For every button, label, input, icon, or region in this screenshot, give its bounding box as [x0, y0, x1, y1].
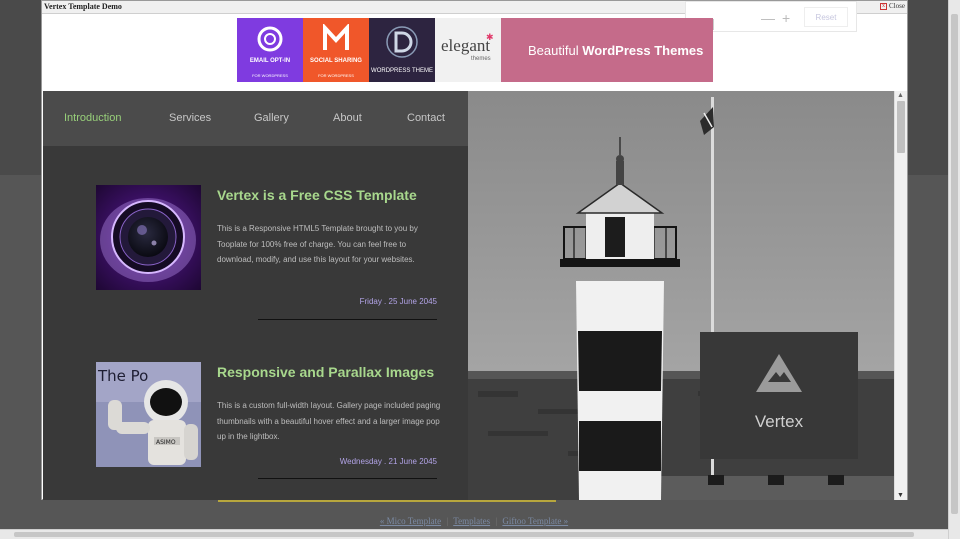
post-divider	[258, 319, 437, 320]
banner-cta-text: Beautiful WordPress Themes	[528, 43, 703, 58]
monarch-m-icon	[303, 22, 369, 59]
cta-prefix: Beautiful	[528, 43, 583, 58]
separator: |	[446, 516, 449, 526]
post-image-asimo-robot: The Po ASIMO	[96, 362, 201, 467]
zoom-out-button[interactable]: —	[761, 10, 775, 26]
zoom-in-button[interactable]: +	[782, 10, 790, 26]
post-date: Wednesday . 21 June 2045	[339, 457, 437, 466]
mountain-triangle-icon	[754, 352, 804, 399]
nav-contact[interactable]: Contact	[407, 112, 445, 124]
cta-bold: WordPress Themes	[582, 43, 704, 58]
post-date: Friday . 25 June 2045	[359, 297, 437, 306]
browser-vertical-scrollbar[interactable]	[948, 0, 960, 539]
ad-banner[interactable]: EMAIL OPT-IN FOR WORDPRESS SOCIAL SHARIN…	[237, 18, 713, 82]
next-template-link[interactable]: Giftoo Template »	[502, 516, 568, 526]
post-2: The Po ASIMO Responsive and Parallax Ima…	[96, 362, 440, 500]
banner-tile-email-optin[interactable]: EMAIL OPT-IN FOR WORDPRESS	[237, 18, 303, 82]
demo-popup-window: Vertex Template Demo x Close Ad — + Rese…	[41, 0, 908, 500]
tile-label: EMAIL OPT-IN	[249, 58, 291, 64]
poster-text: The Po	[97, 367, 148, 385]
elegant-brand: elegant	[441, 36, 491, 55]
nav-introduction[interactable]: Introduction	[64, 112, 121, 124]
template-nav-links: « Mico Template | Templates | Giftoo Tem…	[0, 516, 948, 526]
post-image-camera-lens	[96, 185, 201, 290]
tile-label: WORDPRESS THEME	[371, 68, 433, 74]
banner-cta[interactable]: Beautiful WordPress Themes	[501, 18, 713, 82]
tile-sublabel: FOR WORDPRESS	[318, 73, 354, 78]
divi-d-icon	[369, 24, 435, 65]
scroll-down-arrow-icon[interactable]: ▼	[897, 492, 904, 499]
scrollbar-thumb[interactable]	[951, 14, 958, 514]
scrollbar-thumb[interactable]	[897, 101, 905, 153]
elegant-star-icon: ✱	[486, 32, 494, 42]
nav-services[interactable]: Services	[169, 112, 211, 124]
nav-gallery[interactable]: Gallery	[254, 112, 289, 124]
popup-title: Vertex Template Demo	[44, 2, 122, 11]
separator: |	[495, 516, 498, 526]
post-body: This is a Responsive HTML5 Template brou…	[217, 224, 418, 264]
banner-tile-elegant-themes[interactable]: elegant ✱ themes	[435, 18, 501, 82]
post-title[interactable]: Responsive and Parallax Images	[217, 364, 434, 380]
asimo-badge: ASIMO	[156, 439, 176, 446]
banner-tile-wordpress-theme[interactable]: WORDPRESS THEME	[369, 18, 435, 82]
nav-about[interactable]: About	[333, 112, 362, 124]
popup-scrollbar[interactable]: ▲ ▼	[894, 91, 907, 500]
close-button[interactable]: x Close	[880, 2, 905, 10]
main-nav: Introduction Services Gallery About Cont…	[43, 91, 468, 146]
tile-sublabel: FOR WORDPRESS	[252, 73, 288, 78]
hero-parallax-image: Vertex	[468, 91, 894, 500]
post-title[interactable]: Vertex is a Free CSS Template	[217, 187, 417, 203]
prev-template-link[interactable]: « Mico Template	[380, 516, 441, 526]
post-body: This is a custom full-width layout. Gall…	[217, 401, 441, 441]
brand-panel: Vertex	[700, 332, 858, 459]
content-column: Introduction Services Gallery About Cont…	[43, 91, 468, 500]
email-optin-icon	[237, 24, 303, 59]
close-icon: x	[880, 2, 888, 10]
scroll-up-arrow-icon[interactable]: ▲	[897, 92, 904, 99]
scrollbar-thumb[interactable]	[14, 532, 914, 537]
post-1: Vertex is a Free CSS Template This is a …	[96, 185, 437, 325]
tile-label: SOCIAL SHARING	[310, 58, 362, 64]
templates-link[interactable]: Templates	[453, 516, 490, 526]
elegant-sub: themes	[471, 56, 491, 62]
brand-name: Vertex	[754, 412, 804, 431]
close-label: Close	[889, 2, 905, 10]
reset-button[interactable]: Reset	[804, 7, 848, 27]
browser-horizontal-scrollbar[interactable]	[0, 529, 948, 539]
template-page: Introduction Services Gallery About Cont…	[43, 91, 894, 500]
post-divider	[258, 478, 437, 479]
banner-tile-social-sharing[interactable]: SOCIAL SHARING FOR WORDPRESS	[303, 18, 369, 82]
